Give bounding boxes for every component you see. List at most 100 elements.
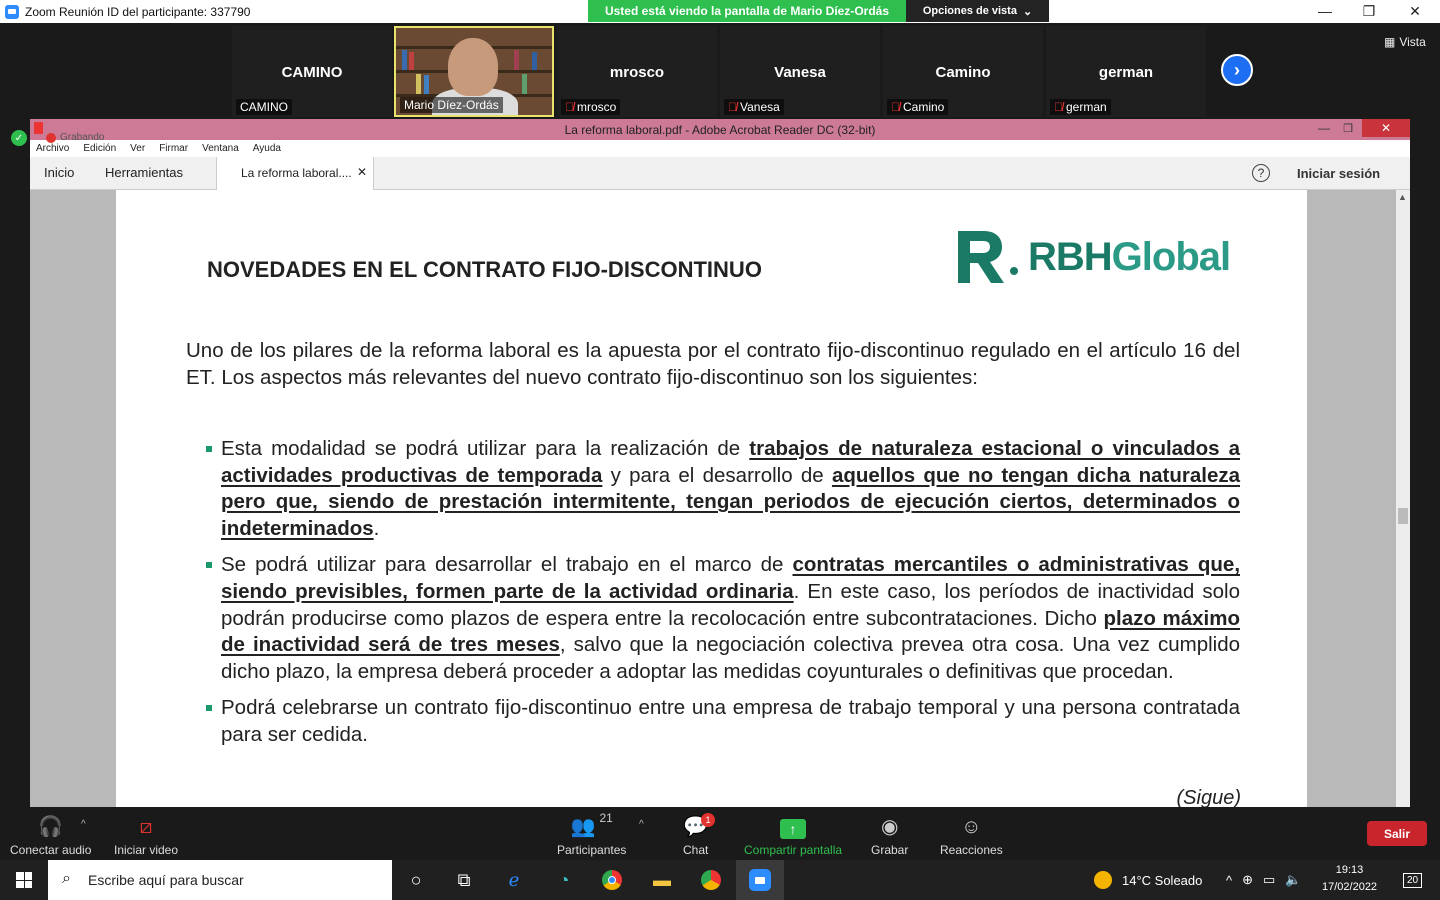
help-icon[interactable]: ? — [1252, 164, 1270, 182]
zoom-taskbar-icon[interactable] — [736, 860, 784, 900]
show-hidden-icons-icon[interactable]: ^ — [1226, 873, 1232, 888]
file-explorer-icon[interactable]: ▬ — [650, 868, 674, 892]
menu-item-edicion[interactable]: Edición — [83, 143, 116, 154]
search-icon: ⌕ — [62, 870, 71, 887]
intro-paragraph: Uno de los pilares de la reforma laboral… — [186, 339, 1240, 389]
muted-mic-icon: 🎙̸ — [565, 100, 574, 114]
windows-start-icon[interactable] — [16, 872, 32, 888]
menu-item-archivo[interactable]: Archivo — [36, 143, 69, 154]
notifications-icon: 20 — [1403, 872, 1423, 888]
sun-icon — [1094, 871, 1112, 889]
participant-caption-name: german — [1066, 100, 1107, 114]
scroll-up-icon[interactable]: ▲ — [1398, 192, 1407, 202]
participant-tile[interactable]: Vanesa 🎙̸ Vanesa — [720, 26, 880, 117]
internet-explorer-icon[interactable]: ℯ — [502, 868, 526, 892]
volume-icon[interactable]: 🔈 — [1285, 872, 1301, 888]
rbh-logo-text: RBHGlobal — [1028, 234, 1231, 280]
cortana-circle-icon[interactable]: ○ — [404, 868, 428, 892]
leave-button[interactable]: Salir — [1367, 821, 1427, 846]
bullet-list: Esta modalidad se podrá utilizar para la… — [206, 436, 1240, 759]
book — [514, 50, 519, 70]
signin-button[interactable]: Iniciar sesión — [1297, 166, 1380, 181]
share-icon-wrap: ↑ — [780, 811, 807, 839]
participant-video-tile[interactable]: Mario Díez-Ordás — [394, 26, 554, 117]
view-options-label: Opciones de vista — [922, 5, 1017, 17]
participant-display-name: german — [1098, 64, 1154, 81]
close-button[interactable]: ✕ — [1392, 0, 1438, 22]
taskbar-search-box[interactable]: ⌕ Escribe aquí para buscar — [48, 860, 392, 900]
share-screen-button[interactable]: ↑ Compartir pantalla — [744, 811, 842, 857]
chat-label: Chat — [683, 843, 709, 857]
start-video-button[interactable]: ⧄ Iniciar video — [114, 811, 178, 857]
view-layout-button[interactable]: ▦ Vista — [1384, 35, 1426, 49]
close-tab-icon[interactable]: ✕ — [357, 165, 367, 179]
tab-inicio[interactable]: Inicio — [44, 165, 74, 180]
record-button[interactable]: ◉ Grabar — [871, 811, 908, 857]
bullet-text: Podrá celebrarse un contrato fijo-discon… — [221, 696, 1240, 746]
participant-caption-name: Camino — [903, 100, 945, 114]
audio-options-chevron-icon[interactable]: ^ — [81, 819, 86, 830]
reactions-button[interactable]: ☺ Reacciones — [940, 811, 1003, 857]
acrobat-close-button[interactable]: ✕ — [1362, 119, 1410, 137]
minimize-button[interactable]: — — [1302, 0, 1348, 22]
bullet-item: Podrá celebrarse un contrato fijo-discon… — [206, 695, 1240, 748]
restore-button[interactable]: ❐ — [1346, 0, 1392, 22]
acrobat-title-bar: La reforma laboral.pdf - Adobe Acrobat R… — [30, 119, 1410, 140]
chrome-profile-icon[interactable] — [699, 868, 723, 892]
bullet-item: Se podrá utilizar para desarrollar el tr… — [206, 552, 1240, 685]
display-icon[interactable]: ▭ — [1263, 872, 1275, 888]
chrome-icon[interactable] — [600, 868, 624, 892]
connect-audio-label: Conectar audio — [10, 843, 92, 857]
record-label: Grabar — [871, 843, 909, 857]
participant-tile[interactable]: german 🎙̸ german — [1046, 26, 1206, 117]
tab-herramientas[interactable]: Herramientas — [105, 165, 183, 180]
logo-dot — [1010, 267, 1018, 275]
menu-item-ayuda[interactable]: Ayuda — [253, 143, 281, 154]
zoom-camera-icon — [749, 869, 771, 891]
windows-taskbar: ⌕ Escribe aquí para buscar ○ ⧉ ℯ ◔ ▬ 14°… — [0, 860, 1440, 900]
record-icon: ◉ — [880, 816, 899, 838]
vertical-scrollbar[interactable]: ▲ — [1396, 190, 1410, 807]
edge-icon[interactable]: ◔ — [552, 868, 576, 892]
menu-item-ver[interactable]: Ver — [130, 143, 145, 154]
book — [402, 50, 407, 70]
share-arrow-icon: ↑ — [780, 819, 807, 839]
participant-tile[interactable]: mrosco 🎙̸ mrosco — [557, 26, 717, 117]
scrollbar-thumb[interactable] — [1398, 508, 1408, 524]
weather-widget[interactable]: 14°C Soleado — [1094, 860, 1202, 900]
menu-item-firmar[interactable]: Firmar — [159, 143, 188, 154]
start-video-label: Iniciar video — [114, 843, 179, 857]
participants-button[interactable]: 👥 21 Participantes — [557, 811, 626, 857]
share-screen-label: Compartir pantalla — [744, 843, 843, 857]
task-view-icon[interactable]: ⧉ — [452, 868, 476, 892]
participant-display-name: mrosco — [609, 64, 665, 81]
notifications-button[interactable]: 20 — [1403, 860, 1423, 900]
participant-tile[interactable]: Camino 🎙̸ Camino — [883, 26, 1043, 117]
participant-strip: CAMINO CAMINO Mario Díez-Ordás mrosco 🎙̸… — [0, 23, 1440, 119]
participant-tile[interactable]: CAMINO CAMINO — [232, 26, 392, 117]
tab-document-label: La reforma laboral.... — [241, 166, 352, 180]
participant-caption: 🎙̸ mrosco — [561, 99, 621, 115]
acrobat-window-title: La reforma laboral.pdf - Adobe Acrobat R… — [564, 122, 876, 137]
acrobat-minimize-button[interactable]: — — [1312, 119, 1336, 137]
clock-time: 19:13 — [1335, 864, 1364, 876]
connect-audio-button[interactable]: 🎧 Conectar audio — [10, 811, 91, 857]
tab-document[interactable]: La reforma laboral.... ✕ — [216, 157, 374, 190]
reactions-label: Reacciones — [940, 843, 1003, 857]
network-icon[interactable]: ⊕ — [1242, 872, 1253, 888]
next-participants-button[interactable]: › — [1221, 54, 1253, 86]
menu-item-ventana[interactable]: Ventana — [202, 143, 239, 154]
acrobat-menu-bar: Archivo Edición Ver Firmar Ventana Ayuda — [30, 140, 1410, 157]
taskbar-clock[interactable]: 19:13 17/02/2022 — [1322, 862, 1377, 896]
chevron-right-icon: › — [1234, 59, 1240, 80]
person-face — [448, 38, 498, 96]
logo-text-global: Global — [1111, 234, 1231, 279]
acrobat-maximize-button[interactable]: ❐ — [1336, 119, 1360, 137]
chat-button[interactable]: 💬 1 Chat — [683, 811, 715, 857]
participants-options-chevron-icon[interactable]: ^ — [639, 819, 644, 830]
participant-caption-name: mrosco — [577, 100, 617, 114]
book — [409, 52, 414, 70]
pdf-page: NOVEDADES EN EL CONTRATO FIJO-DISCONTINU… — [116, 190, 1307, 809]
security-shield-icon[interactable]: ✓ — [11, 130, 27, 146]
view-options-button[interactable]: Opciones de vista ⌄ — [906, 0, 1049, 22]
